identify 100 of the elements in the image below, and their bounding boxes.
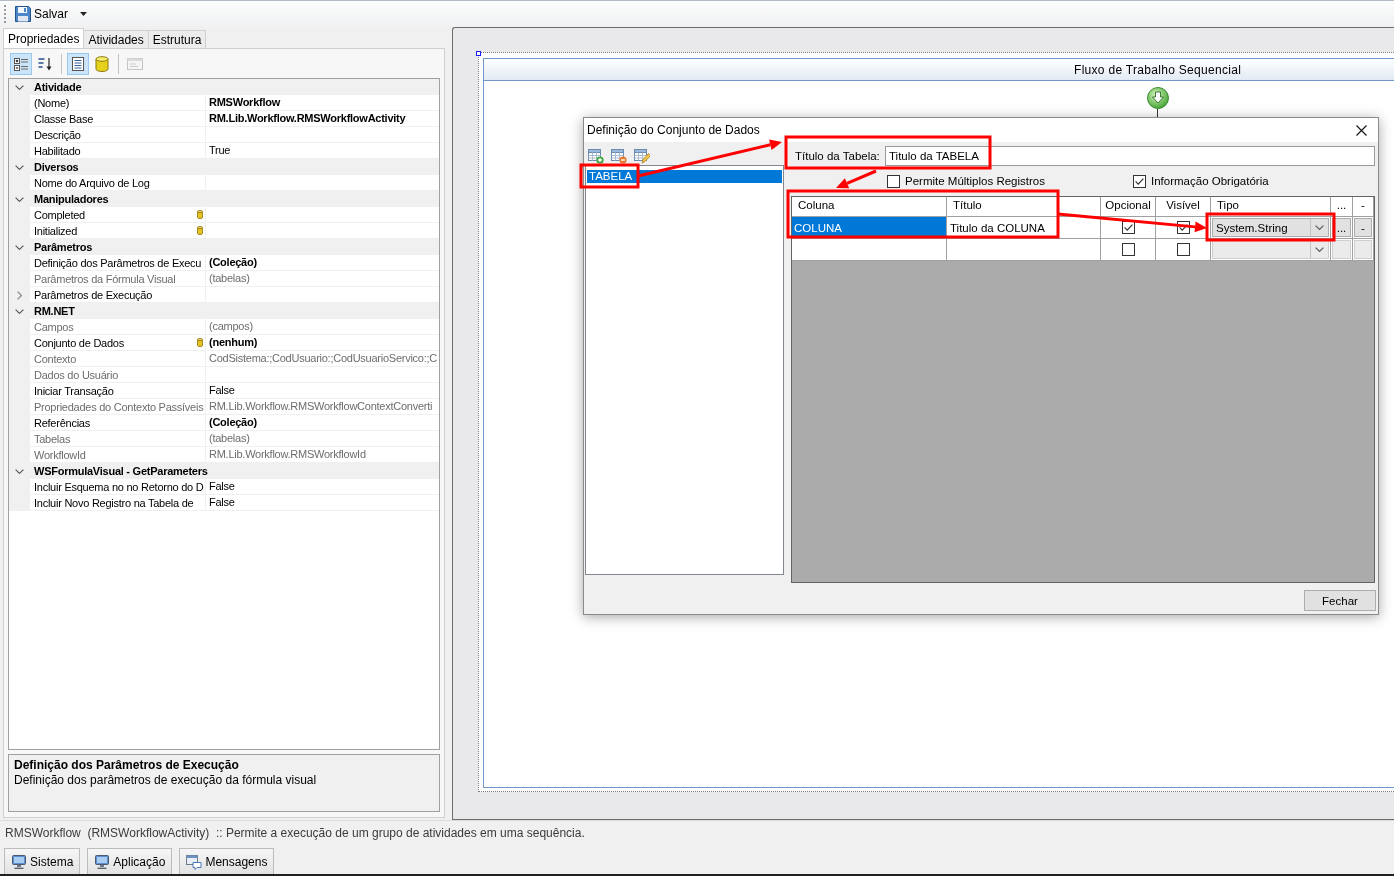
tab[interactable]: Estrutura <box>147 30 207 48</box>
property-name[interactable]: Tabelas <box>34 432 71 445</box>
category-row[interactable]: RM.NET <box>9 303 439 319</box>
property-value[interactable]: False <box>209 384 235 396</box>
property-row[interactable]: Habilitado True <box>9 143 439 159</box>
property-row[interactable]: Descrição <box>9 127 439 143</box>
panel-tab[interactable]: Sistema <box>4 848 81 874</box>
property-name[interactable]: Campos <box>34 320 74 333</box>
panel-tab[interactable]: Aplicação <box>87 848 173 874</box>
property-value[interactable]: (Coleção) <box>209 256 257 268</box>
property-value[interactable]: RM.Lib.Workflow.RMSWorkflowContextConverti <box>209 400 433 412</box>
property-row[interactable]: Contexto CodSistema:;CodUsuario:;CodUsuarioServico:;C <box>9 351 439 367</box>
properties-button[interactable] <box>67 53 89 75</box>
category-label[interactable]: Manipuladores <box>30 191 109 207</box>
property-name[interactable]: Dados do Usuário <box>34 368 119 381</box>
categorized-view-button[interactable] <box>10 53 32 75</box>
table-cell[interactable] <box>947 239 1101 261</box>
close-button[interactable]: Fechar <box>1304 590 1376 611</box>
tab[interactable]: Propriedades <box>3 28 85 48</box>
chevron-down-icon[interactable] <box>15 308 24 314</box>
property-row[interactable]: Incluir Novo Registro na Tabela de False <box>9 495 439 511</box>
category-label[interactable]: Atividade <box>30 79 82 95</box>
property-row[interactable]: Definição dos Parâmetros de Execu (Coleção) <box>9 255 439 271</box>
table-cell[interactable]: COLUNA <box>792 217 947 239</box>
property-name[interactable]: Classe Base <box>34 112 93 125</box>
checkbox-label[interactable]: Permite Múltiplos Registros <box>905 175 1045 187</box>
property-value[interactable]: True <box>209 144 231 156</box>
property-value[interactable]: (tabelas) <box>209 432 250 444</box>
property-name[interactable]: Propriedades do Contexto Passíveis <box>34 400 204 413</box>
table-edit-icon[interactable] <box>634 147 650 164</box>
property-value[interactable]: RM.Lib.Workflow.RMSWorkflowActivity <box>209 112 406 124</box>
property-name[interactable]: Initialized <box>34 224 78 237</box>
category-row[interactable]: Parâmetros <box>9 239 439 255</box>
checkbox-label[interactable]: Informação Obrigatória <box>1151 175 1269 187</box>
property-name[interactable]: WorkflowId <box>34 448 86 461</box>
property-value[interactable]: (campos) <box>209 320 253 332</box>
selection-handle[interactable] <box>476 51 481 56</box>
tab[interactable]: Atividades <box>83 30 149 48</box>
property-name[interactable]: Definição dos Parâmetros de Execu <box>34 256 202 269</box>
table-remove-icon[interactable] <box>611 147 627 164</box>
property-value[interactable]: (nenhum) <box>209 336 258 348</box>
category-row[interactable]: Diversos <box>9 159 439 175</box>
property-row[interactable]: Tabelas (tabelas) <box>9 431 439 447</box>
property-name[interactable]: Parâmetros da Fórmula Visual <box>34 272 176 285</box>
table-cell[interactable]: Titulo da COLUNA <box>947 217 1101 239</box>
category-label[interactable]: WSFormulaVisual - GetParameters <box>30 463 208 479</box>
category-row[interactable]: Manipuladores <box>9 191 439 207</box>
property-value[interactable]: (Coleção) <box>209 416 257 428</box>
chevron-down-icon[interactable] <box>15 244 24 250</box>
list-item[interactable]: TABELA <box>587 170 782 183</box>
chevron-down-icon[interactable] <box>15 196 24 202</box>
checkbox[interactable] <box>1133 174 1146 188</box>
chevron-down-icon[interactable] <box>15 84 24 90</box>
property-name[interactable]: (Nome) <box>34 96 70 109</box>
property-name[interactable]: Incluir Novo Registro na Tabela de <box>34 496 194 509</box>
text-field[interactable]: Titulo da TABELA <box>885 146 1375 166</box>
property-row[interactable]: Parâmetros de Execução <box>9 287 439 303</box>
save-button[interactable]: Salvar <box>12 3 90 25</box>
property-name[interactable]: Contexto <box>34 352 77 365</box>
property-row[interactable]: Conjunto de Dados (nenhum) <box>9 335 439 351</box>
category-row[interactable]: WSFormulaVisual - GetParameters <box>9 463 439 479</box>
property-name[interactable]: Conjunto de Dados <box>34 336 124 349</box>
property-row[interactable]: Completed <box>9 207 439 223</box>
panel-tab[interactable]: Mensagens <box>179 848 275 874</box>
property-name[interactable]: Completed <box>34 208 85 221</box>
property-value[interactable]: False <box>209 496 235 508</box>
property-value[interactable]: RM.Lib.Workflow.RMSWorkflowId <box>209 448 366 460</box>
property-name[interactable]: Descrição <box>34 128 81 141</box>
category-label[interactable]: RM.NET <box>30 303 75 319</box>
category-row[interactable]: Atividade <box>9 79 439 95</box>
remove-button[interactable]: - <box>1354 218 1372 237</box>
property-name[interactable]: Referências <box>34 416 90 429</box>
property-row[interactable]: Propriedades do Contexto Passíveis RM.Lib.Workflow.RMSWorkflowContextConverti <box>9 399 439 415</box>
property-row[interactable]: Dados do Usuário <box>9 367 439 383</box>
chevron-down-icon[interactable] <box>15 468 24 474</box>
property-value[interactable]: (tabelas) <box>209 272 250 284</box>
property-row[interactable]: Iniciar Transação False <box>9 383 439 399</box>
property-value[interactable]: CodSistema:;CodUsuario:;CodUsuarioServico:;C <box>209 352 438 364</box>
property-row[interactable]: (Nome) RMSWorkflow <box>9 95 439 111</box>
chevron-right-icon[interactable] <box>17 290 22 300</box>
property-row[interactable]: Nome do Arquivo de Log <box>9 175 439 191</box>
property-row[interactable]: Classe Base RM.Lib.Workflow.RMSWorkflowActivity <box>9 111 439 127</box>
type-dropdown[interactable]: System.String <box>1212 218 1329 237</box>
property-name[interactable]: Habilitado <box>34 144 81 157</box>
checkbox[interactable] <box>887 174 900 188</box>
property-row[interactable]: Campos (campos) <box>9 319 439 335</box>
property-name[interactable]: Incluir Esquema no no Retorno do D <box>34 480 204 493</box>
property-value[interactable]: False <box>209 480 235 492</box>
table-add-icon[interactable] <box>588 147 604 164</box>
property-row[interactable]: Initialized <box>9 223 439 239</box>
property-row[interactable]: Parâmetros da Fórmula Visual (tabelas) <box>9 271 439 287</box>
property-row[interactable]: Referências (Coleção) <box>9 415 439 431</box>
chevron-down-icon[interactable] <box>15 164 24 170</box>
property-name[interactable]: Iniciar Transação <box>34 384 114 397</box>
property-row[interactable]: WorkflowId RM.Lib.Workflow.RMSWorkflowId <box>9 447 439 463</box>
category-label[interactable]: Parâmetros <box>30 239 93 255</box>
property-value[interactable]: RMSWorkflow <box>209 96 280 108</box>
property-row[interactable]: Incluir Esquema no no Retorno do D False <box>9 479 439 495</box>
category-label[interactable]: Diversos <box>30 159 79 175</box>
property-name[interactable]: Parâmetros de Execução <box>34 288 152 301</box>
